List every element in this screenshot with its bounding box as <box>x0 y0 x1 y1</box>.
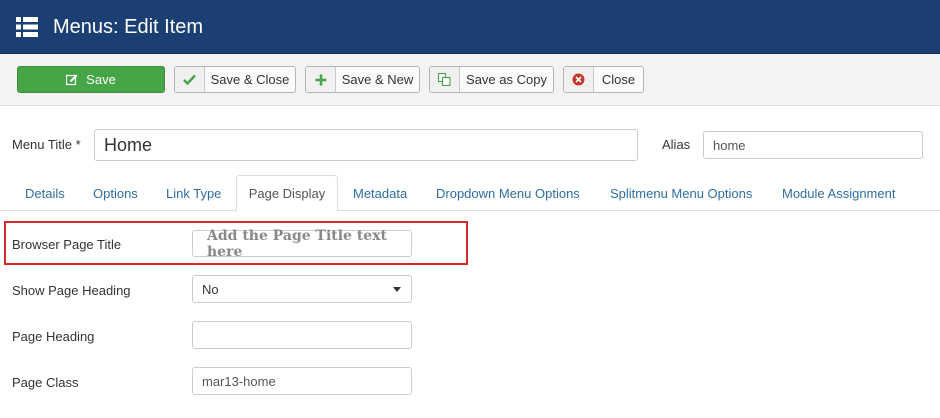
menu-title-input[interactable]: Home <box>94 129 638 161</box>
tab-splitmenu-menu-options[interactable]: Splitmenu Menu Options <box>610 175 752 211</box>
save-new-button[interactable]: Save & New <box>305 66 420 93</box>
page-class-value: mar13-home <box>202 373 276 389</box>
check-icon <box>175 67 205 92</box>
close-icon <box>564 67 594 92</box>
edit-icon <box>66 74 78 86</box>
tab-page-display[interactable]: Page Display <box>236 175 338 212</box>
tab-module-assignment[interactable]: Module Assignment <box>782 175 895 211</box>
page-class-label: Page Class <box>12 375 79 390</box>
page-heading-label: Page Heading <box>12 329 95 344</box>
save-label: Save <box>86 72 116 87</box>
save-close-label: Save & Close <box>210 72 290 87</box>
save-button[interactable]: Save <box>17 66 165 93</box>
plus-icon <box>306 67 336 92</box>
page-title: Menus: Edit Item <box>53 16 204 38</box>
tab-link-type[interactable]: Link Type <box>166 175 221 211</box>
tab-details[interactable]: Details <box>25 175 65 211</box>
save-close-button[interactable]: Save & Close <box>174 66 296 93</box>
close-button[interactable]: Close <box>563 66 644 93</box>
save-copy-button[interactable]: Save as Copy <box>429 66 554 93</box>
menu-title-label: Menu Title * <box>12 137 81 152</box>
list-icon <box>16 17 38 37</box>
page-heading-input[interactable] <box>192 321 412 349</box>
toolbar: Save Save & Close Save & New Save as Cop… <box>0 54 940 106</box>
chevron-down-icon <box>393 287 401 292</box>
browser-page-title-placeholder: Add the Page Title text here <box>207 227 388 260</box>
copy-icon <box>430 67 460 92</box>
alias-input[interactable]: home <box>703 131 923 159</box>
tab-bar: Details Options Link Type Page Display M… <box>0 175 940 212</box>
tab-metadata[interactable]: Metadata <box>353 175 407 211</box>
show-page-heading-value: No <box>202 281 219 297</box>
tab-options[interactable]: Options <box>93 175 138 211</box>
browser-page-title-label: Browser Page Title <box>12 237 122 252</box>
close-label: Close <box>601 72 636 87</box>
menu-title-value: Home <box>104 134 153 155</box>
show-page-heading-select[interactable]: No <box>192 275 412 303</box>
alias-label: Alias <box>662 137 691 152</box>
tab-dropdown-menu-options[interactable]: Dropdown Menu Options <box>436 175 580 211</box>
save-new-label: Save & New <box>341 72 414 87</box>
save-copy-label: Save as Copy <box>466 72 547 87</box>
alias-value: home <box>713 137 746 153</box>
show-page-heading-label: Show Page Heading <box>12 283 131 298</box>
header-bar: Menus: Edit Item <box>0 0 940 54</box>
browser-page-title-input[interactable]: Add the Page Title text here <box>192 227 412 260</box>
page-class-input[interactable]: mar13-home <box>192 367 412 395</box>
